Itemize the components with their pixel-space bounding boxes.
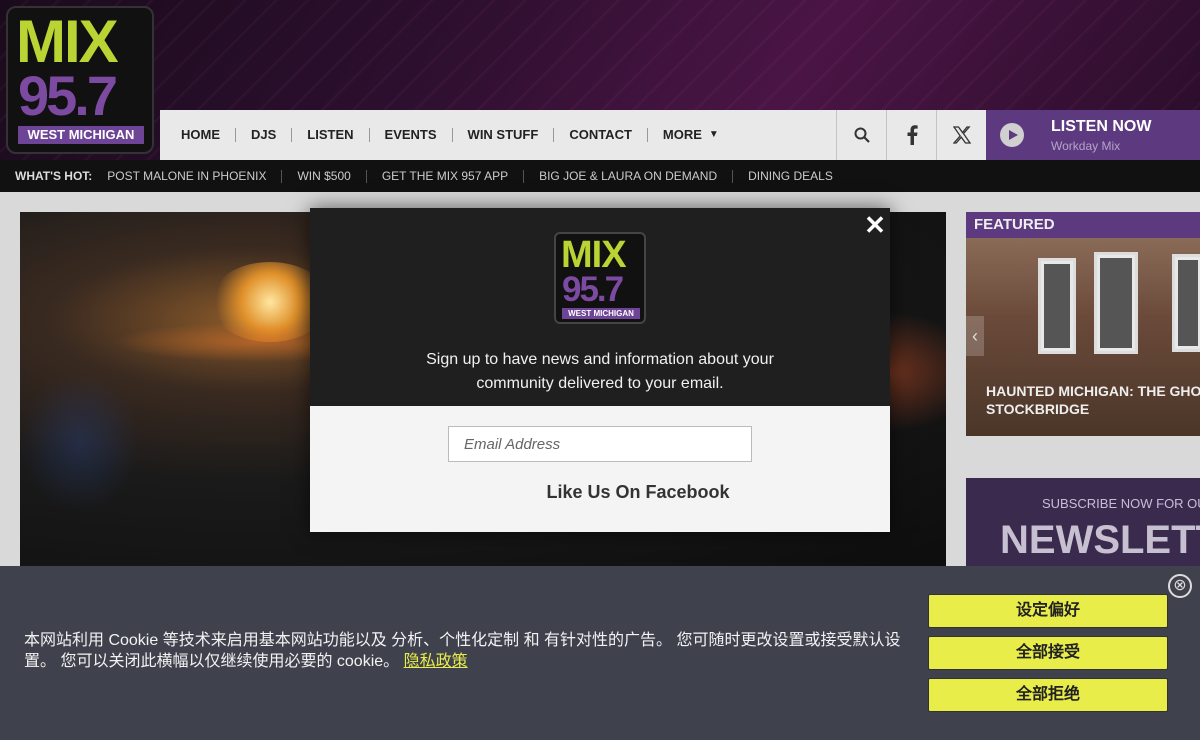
featured-caption-line: STOCKBRIDGE — [986, 401, 1090, 417]
featured-caption: HAUNTED MICHIGAN: THE GHOSTS STOCKBRIDGE — [986, 382, 1200, 418]
whats-hot-item[interactable]: DINING DEALS — [733, 169, 848, 183]
search-icon — [854, 127, 870, 143]
nav-item-listen[interactable]: LISTEN — [292, 127, 370, 142]
nav-label: LISTEN — [307, 127, 354, 142]
email-field[interactable] — [448, 426, 752, 462]
nav-label: CONTACT — [569, 127, 632, 142]
whats-hot-item[interactable]: POST MALONE IN PHOENIX — [107, 169, 283, 183]
whats-hot-label: WHAT'S HOT: — [15, 169, 93, 183]
chevron-down-icon: ▼ — [708, 129, 719, 140]
listen-now-button[interactable]: LISTEN NOW Workday Mix — [986, 110, 1200, 160]
modal-logo-region: WEST MICHIGAN — [562, 308, 640, 319]
featured-image-window — [1038, 258, 1076, 354]
newsletter-card[interactable]: SUBSCRIBE NOW FOR OUR NEWSLETTE — [966, 478, 1200, 578]
nav-item-more[interactable]: MORE ▼ — [648, 128, 734, 142]
modal-description-line: community delivered to your email. — [476, 375, 724, 392]
nav-item-contact[interactable]: CONTACT — [554, 128, 648, 142]
featured-caption-line: HAUNTED MICHIGAN: THE GHOSTS — [986, 383, 1200, 399]
modal-logo-frequency: 95.7 — [562, 270, 624, 309]
nav-label: EVENTS — [384, 127, 437, 142]
modal-logo-mix: MIX — [561, 234, 627, 276]
listen-now-subtitle: Workday Mix — [1051, 139, 1121, 153]
modal-header: ✕ MIX 95.7 WEST MICHIGAN Sign up to have… — [310, 208, 890, 406]
featured-image-window — [1094, 252, 1138, 354]
logo-frequency-text: 95.7 — [18, 64, 118, 127]
facebook-icon — [907, 125, 918, 145]
search-button[interactable] — [836, 110, 886, 160]
facebook-like-link[interactable]: Like Us On Facebook — [510, 482, 766, 503]
listen-now-title: LISTEN NOW — [1051, 118, 1152, 135]
x-twitter-icon — [952, 126, 971, 144]
site-logo[interactable]: MIX 95.7 WEST MICHIGAN — [6, 6, 154, 154]
nav-item-events[interactable]: EVENTS — [370, 128, 453, 142]
whats-hot-item[interactable]: WIN $500 — [282, 169, 367, 183]
featured-label: FEATURED — [966, 212, 1200, 238]
newsletter-signup-modal: ✕ MIX 95.7 WEST MICHIGAN Sign up to have… — [310, 208, 890, 532]
cookie-banner: ⊗ 本网站利用 Cookie 等技术来启用基本网站功能以及 分析、个性化定制 和… — [0, 566, 1200, 740]
newsletter-subtitle: SUBSCRIBE NOW FOR OUR — [1042, 496, 1200, 511]
nav-label: WIN STUFF — [467, 127, 539, 142]
newsletter-title: NEWSLETTE — [1000, 518, 1200, 562]
nav-label: DJS — [251, 127, 277, 142]
privacy-policy-link[interactable]: 隐私政策 — [404, 653, 468, 670]
hero-light — [20, 372, 140, 512]
modal-form: Like Us On Facebook — [310, 406, 890, 532]
modal-logo: MIX 95.7 WEST MICHIGAN — [554, 232, 646, 324]
nav-label: MORE — [662, 127, 702, 142]
featured-image-window — [1172, 254, 1200, 352]
accept-all-button[interactable]: 全部接受 — [928, 636, 1168, 670]
logo-mix-text: MIX — [16, 8, 119, 75]
whats-hot-item[interactable]: BIG JOE & LAURA ON DEMAND — [524, 169, 734, 183]
featured-card[interactable]: FEATURED ‹ HAUNTED MICHIGAN: THE GHOSTS … — [966, 212, 1200, 436]
nav-item-djs[interactable]: DJS — [236, 127, 293, 142]
play-icon — [1000, 123, 1024, 147]
modal-description: Sign up to have news and information abo… — [400, 348, 800, 396]
main-nav: HOME DJS LISTEN EVENTS WIN STUFF CONTACT… — [160, 110, 836, 160]
set-preferences-button[interactable]: 设定偏好 — [928, 594, 1168, 628]
x-twitter-button[interactable] — [936, 110, 986, 160]
whats-hot-item[interactable]: GET THE MIX 957 APP — [367, 169, 525, 183]
whats-hot-bar: WHAT'S HOT: POST MALONE IN PHOENIX WIN $… — [0, 160, 1200, 192]
chevron-left-icon[interactable]: ‹ — [966, 316, 984, 356]
logo-region-text: WEST MICHIGAN — [18, 126, 144, 144]
nav-item-win-stuff[interactable]: WIN STUFF — [453, 128, 555, 142]
facebook-button[interactable] — [886, 110, 936, 160]
reject-all-button[interactable]: 全部拒绝 — [928, 678, 1168, 712]
close-icon[interactable]: ✕ — [862, 212, 888, 238]
nav-label: HOME — [181, 127, 220, 142]
modal-description-line: Sign up to have news and information abo… — [426, 351, 774, 368]
cookie-message: 本网站利用 Cookie 等技术来启用基本网站功能以及 分析、个性化定制 和 有… — [24, 630, 914, 672]
close-icon[interactable]: ⊗ — [1168, 574, 1192, 598]
nav-item-home[interactable]: HOME — [166, 128, 236, 142]
